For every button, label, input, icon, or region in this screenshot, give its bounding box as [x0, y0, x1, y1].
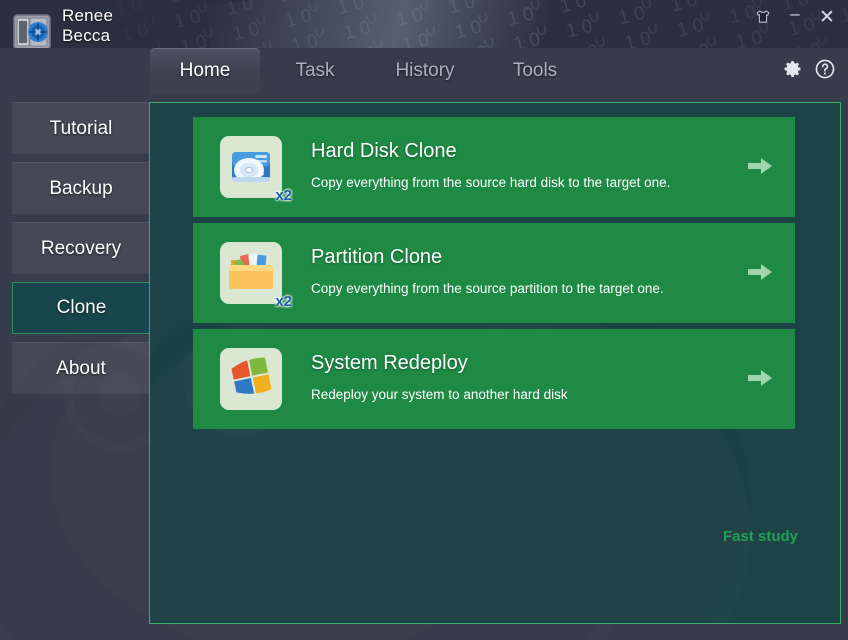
close-icon[interactable]: ✕: [812, 2, 842, 32]
folder-partition-icon: x2: [220, 242, 292, 310]
hard-disk-icon: x2: [220, 136, 292, 204]
safe-vault-icon: [13, 14, 51, 48]
card-title: Partition Clone: [311, 246, 443, 268]
app-title: Renee Becca: [62, 6, 113, 46]
tab-tools-label: Tools: [512, 60, 558, 81]
sidebar-item-backup[interactable]: Backup: [12, 162, 150, 214]
minimize-icon[interactable]: –: [780, 2, 810, 32]
card-description: Redeploy your system to another hard dis…: [311, 387, 568, 402]
binary-pattern-decoration: 1 0 0: [0, 0, 848, 48]
tab-task-label: Task: [295, 60, 335, 81]
help-icon[interactable]: [814, 58, 836, 80]
card-description: Copy everything from the source hard dis…: [311, 175, 671, 190]
sidebar-item-label: Recovery: [40, 237, 122, 259]
badge-x2: x2: [275, 293, 292, 310]
tab-history-label: History: [395, 60, 455, 81]
window-controls: – ✕: [748, 0, 842, 34]
badge-x2: x2: [275, 187, 292, 204]
clone-options-list: x2 Hard Disk Clone Copy everything from …: [193, 117, 795, 435]
sidebar-item-clone[interactable]: Clone: [12, 282, 150, 334]
sidebar-item-about[interactable]: About: [12, 342, 150, 394]
tab-tools[interactable]: Tools: [480, 48, 590, 94]
app-window: 1 0 0: [0, 0, 848, 640]
tshirt-skin-icon[interactable]: [748, 2, 778, 32]
card-system-redeploy[interactable]: System Redeploy Redeploy your system to …: [193, 329, 795, 429]
fast-study-link[interactable]: Fast study: [723, 528, 798, 545]
tab-home-label: Home: [179, 60, 231, 81]
gear-icon[interactable]: [782, 58, 804, 80]
sidebar-item-label: Tutorial: [49, 117, 113, 139]
card-partition-clone[interactable]: x2 Partition Clone Copy everything from …: [193, 223, 795, 323]
title-bar: 1 0 0: [0, 0, 848, 48]
card-hard-disk-clone[interactable]: x2 Hard Disk Clone Copy everything from …: [193, 117, 795, 217]
tab-history[interactable]: History: [370, 48, 480, 94]
sidebar: Tutorial Backup Recovery Clone About: [0, 94, 150, 640]
card-title: System Redeploy: [311, 352, 468, 374]
toolbar-icons: [782, 58, 836, 80]
windows-logo-icon: [220, 348, 282, 410]
sidebar-item-label: Backup: [49, 177, 113, 199]
app-title-line2: Becca: [62, 26, 111, 45]
arrow-right-icon[interactable]: [747, 367, 773, 389]
sidebar-item-tutorial[interactable]: Tutorial: [12, 102, 150, 154]
tab-bar: Home Task History Tools: [150, 48, 590, 94]
tab-task[interactable]: Task: [260, 48, 370, 94]
sidebar-item-recovery[interactable]: Recovery: [12, 222, 150, 274]
sidebar-item-label: Clone: [56, 297, 107, 318]
card-title: Hard Disk Clone: [311, 140, 457, 162]
sidebar-item-label: About: [56, 357, 106, 379]
app-title-line1: Renee: [62, 6, 114, 25]
arrow-right-icon[interactable]: [747, 261, 773, 283]
card-description: Copy everything from the source partitio…: [311, 281, 664, 296]
tab-home[interactable]: Home: [150, 48, 260, 94]
content-panel: x2 Hard Disk Clone Copy everything from …: [149, 102, 841, 624]
arrow-right-icon[interactable]: [747, 155, 773, 177]
